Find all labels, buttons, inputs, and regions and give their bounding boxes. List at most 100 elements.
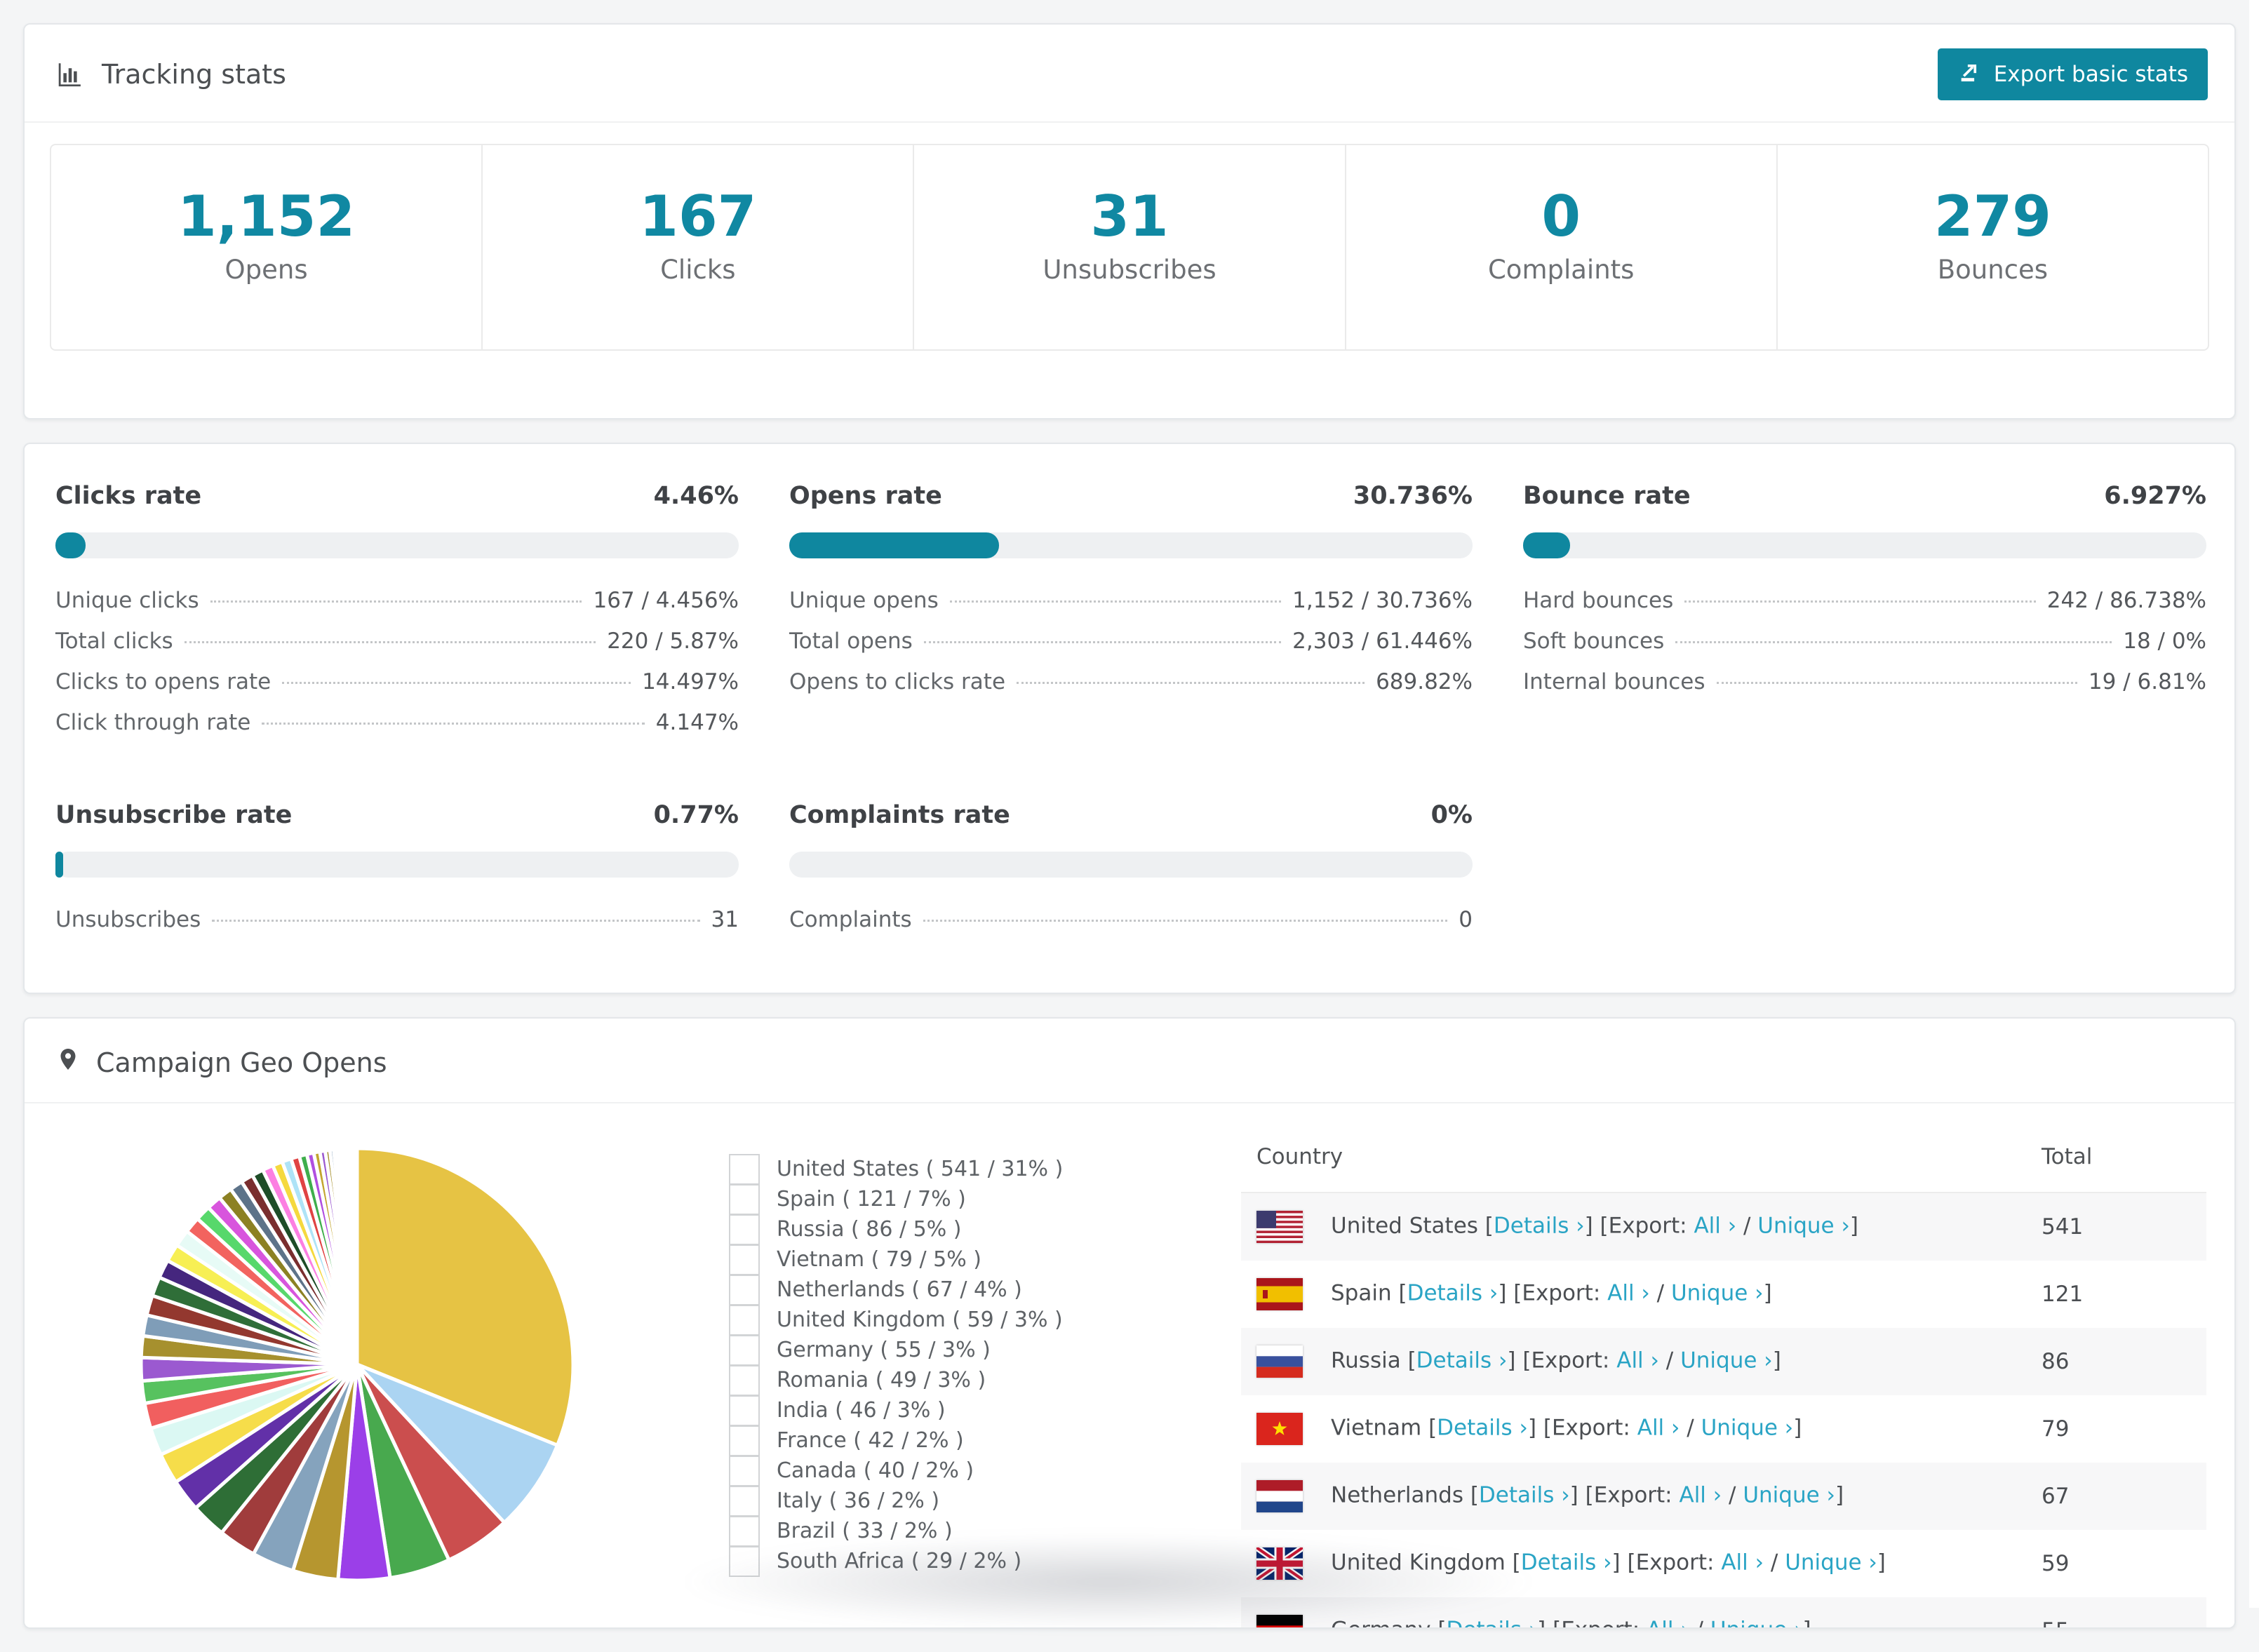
stat-row: Total opens 2,303 / 61.446% [789, 629, 1473, 669]
export-label: Export: [1635, 1550, 1715, 1576]
export-all-link[interactable]: All › [1616, 1348, 1659, 1374]
tracking-stats-card: Tracking stats Export basic stats 1,152 … [23, 23, 2236, 419]
dotted-leader [262, 723, 645, 725]
bounce-rate-title: Bounce rate [1523, 482, 1691, 510]
total-cell: 121 [2042, 1282, 2084, 1307]
dotted-leader [923, 920, 1448, 922]
legend-swatch [729, 1153, 760, 1185]
unsubscribe-rate-title: Unsubscribe rate [55, 801, 293, 829]
complaints-rate-value: 0% [1430, 801, 1473, 829]
country-cell: United States [Details ›] [Export: All ›… [1241, 1193, 2026, 1261]
stat-row-label: Unique clicks [55, 588, 199, 613]
geo-header: Campaign Geo Opens [25, 1019, 2234, 1103]
export-label: Export: [1551, 1415, 1630, 1441]
flag-icon-gb [1256, 1547, 1303, 1580]
export-unique-link[interactable]: Unique › [1757, 1214, 1850, 1239]
legend-label: Vietnam ( 79 / 5% ) [777, 1247, 982, 1272]
stat-row-value: 1,152 / 30.736% [1292, 588, 1473, 613]
map-pin-icon [55, 1044, 81, 1081]
stat-row-value: 167 / 4.456% [593, 588, 739, 613]
table-row-de: Germany [Details ›] [Export: All › / Uni… [1241, 1597, 2206, 1628]
export-unique-link[interactable]: Unique › [1785, 1550, 1877, 1576]
export-basic-stats-button[interactable]: Export basic stats [1937, 48, 2208, 100]
legend-label: Canada ( 40 / 2% ) [777, 1458, 974, 1483]
stat-row: Unique clicks 167 / 4.456% [55, 588, 739, 629]
export-all-link[interactable]: All › [1721, 1550, 1764, 1576]
scrollbar-track[interactable] [2249, 0, 2259, 1608]
clicks-rate-progressbar [55, 532, 739, 558]
stat-row-value: 689.82% [1376, 669, 1473, 694]
legend-swatch [729, 1455, 760, 1486]
dotted-leader [1716, 682, 2077, 684]
flag-icon-de [1256, 1615, 1303, 1627]
stat-bounces-label: Bounces [1937, 255, 2049, 285]
table-row-us: United States [Details ›] [Export: All ›… [1241, 1193, 2206, 1261]
total-cell: 86 [2042, 1349, 2070, 1374]
clicks-rate-block: Clicks rate 4.46% Unique clicks 167 / 4.4… [55, 482, 739, 751]
stat-row-value: 19 / 6.81% [2088, 669, 2206, 694]
bar-chart-icon [55, 60, 85, 89]
flag-icon-us [1256, 1211, 1303, 1243]
stat-complaints-label: Complaints [1487, 255, 1635, 285]
stat-clicks-label: Clicks [660, 255, 736, 285]
stat-unsubscribes-label: Unsubscribes [1043, 255, 1216, 285]
geo-pie-chart [139, 1146, 575, 1583]
export-all-link[interactable]: All › [1637, 1416, 1680, 1441]
legend-swatch [729, 1364, 760, 1396]
geo-table: Country Total United States [Details ›] … [1241, 1117, 2206, 1628]
legend-label: France ( 42 / 2% ) [777, 1428, 964, 1453]
legend-label: Italy ( 36 / 2% ) [777, 1489, 940, 1513]
table-header-row: Country Total [1241, 1117, 2206, 1193]
column-header-total: Total [2026, 1117, 2206, 1193]
geo-table-wrap: Country Total United States [Details ›] … [1241, 1109, 2206, 1628]
stat-opens: 1,152 Opens [51, 145, 483, 349]
details-link[interactable]: Details › [1416, 1348, 1508, 1374]
stat-row-label: Click through rate [55, 710, 251, 735]
export-all-link[interactable]: All › [1647, 1618, 1689, 1628]
export-all-link[interactable]: All › [1679, 1483, 1722, 1508]
stat-row-value: 242 / 86.738% [2046, 588, 2206, 613]
export-unique-link[interactable]: Unique › [1680, 1348, 1773, 1374]
legend-swatch [729, 1545, 760, 1577]
stat-unsubscribes: 31 Unsubscribes [914, 145, 1346, 349]
stat-bounces: 279 Bounces [1778, 145, 2208, 349]
country-cell: United Kingdom [Details ›] [Export: All … [1241, 1530, 2026, 1597]
stat-row-label: Unique opens [789, 588, 939, 613]
details-link[interactable]: Details › [1437, 1416, 1528, 1441]
dotted-leader [282, 682, 631, 684]
legend-item: United Kingdom ( 59 / 3% ) [729, 1304, 1241, 1336]
dotted-leader [1675, 641, 2112, 643]
page-title: Tracking stats [102, 59, 286, 90]
details-link[interactable]: Details › [1521, 1550, 1612, 1576]
stat-row: Click through rate 4.147% [55, 710, 739, 751]
legend-swatch [729, 1334, 760, 1366]
export-unique-link[interactable]: Unique › [1710, 1618, 1803, 1628]
export-label: Export: [1522, 1280, 1601, 1306]
stat-row: Unsubscribes 31 [55, 907, 739, 948]
flag-icon-ru [1256, 1345, 1303, 1378]
stat-row-label: Clicks to opens rate [55, 669, 272, 694]
export-unique-link[interactable]: Unique › [1671, 1281, 1764, 1306]
country-name: United States [1331, 1213, 1478, 1239]
clicks-rate-title: Clicks rate [55, 482, 202, 510]
stat-row: Internal bounces 19 / 6.81% [1523, 669, 2206, 710]
export-all-link[interactable]: All › [1607, 1281, 1650, 1306]
stat-row-label: Complaints [789, 907, 912, 932]
stat-row-label: Internal bounces [1523, 669, 1705, 694]
details-link[interactable]: Details › [1446, 1618, 1537, 1628]
stat-row-label: Hard bounces [1523, 588, 1674, 613]
stat-row-label: Total opens [789, 629, 913, 654]
stat-bounces-value: 279 [1933, 184, 2051, 249]
complaints-rate-progressbar [789, 852, 1473, 878]
details-link[interactable]: Details › [1479, 1483, 1570, 1508]
details-link[interactable]: Details › [1407, 1281, 1499, 1306]
legend-label: South Africa ( 29 / 2% ) [777, 1549, 1022, 1573]
export-unique-link[interactable]: Unique › [1701, 1416, 1794, 1441]
country-cell: Vietnam [Details ›] [Export: All › / Uni… [1241, 1395, 2026, 1463]
complaints-rate-title: Complaints rate [789, 801, 1010, 829]
legend-label: Spain ( 121 / 7% ) [777, 1187, 966, 1211]
details-link[interactable]: Details › [1494, 1214, 1585, 1239]
table-row-es: Spain [Details ›] [Export: All › / Uniqu… [1241, 1261, 2206, 1328]
export-unique-link[interactable]: Unique › [1743, 1483, 1835, 1508]
export-all-link[interactable]: All › [1694, 1214, 1736, 1239]
